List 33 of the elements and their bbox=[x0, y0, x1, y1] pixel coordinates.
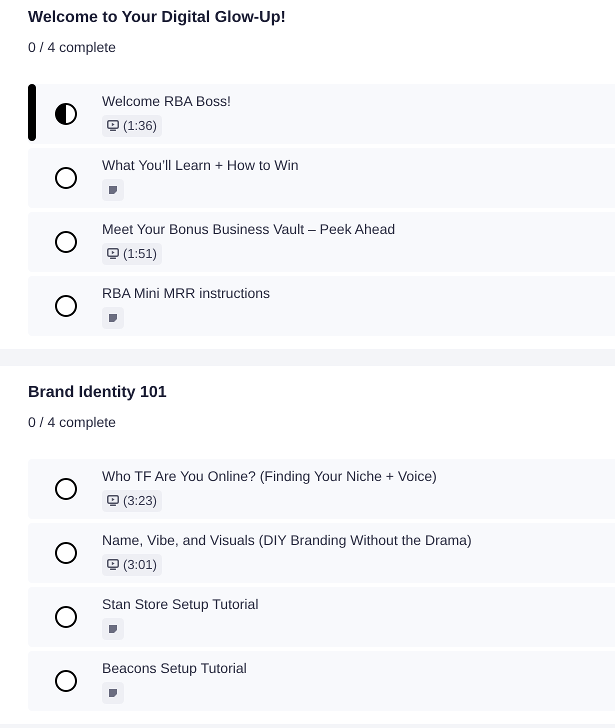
duration-text: (1:51) bbox=[123, 246, 157, 262]
active-indicator-bar bbox=[28, 84, 36, 141]
duration-text: (3:23) bbox=[123, 492, 157, 508]
section-title: Welcome to Your Digital Glow-Up! bbox=[28, 8, 287, 28]
lesson-title: Meet Your Bonus Business Vault – Peek Ahead bbox=[102, 220, 396, 238]
lesson-title: RBA Mini MRR instructions bbox=[102, 284, 270, 302]
lesson-row[interactable]: Meet Your Bonus Business Vault – Peek Ahead (1:51) bbox=[28, 212, 615, 272]
progress-text: 0 / 4 complete bbox=[28, 413, 117, 431]
lesson-row[interactable]: Welcome RBA Boss! (1:36) bbox=[28, 84, 615, 144]
lesson-title: Beacons Setup Tutorial bbox=[102, 658, 247, 676]
note-icon bbox=[102, 618, 124, 640]
progress-text: 0 / 4 complete bbox=[28, 38, 117, 56]
lesson-row[interactable]: Beacons Setup Tutorial bbox=[28, 651, 615, 711]
lesson-row[interactable]: What You’ll Learn + How to Win bbox=[28, 148, 615, 208]
note-icon bbox=[102, 306, 124, 328]
play-screen-icon bbox=[107, 559, 119, 570]
lesson-row[interactable]: Stan Store Setup Tutorial bbox=[28, 587, 615, 647]
lesson-title: Who TF Are You Online? (Finding Your Niche + Voice) bbox=[102, 466, 437, 484]
play-screen-icon bbox=[107, 120, 119, 131]
duration-text: (3:01) bbox=[123, 556, 157, 572]
lesson-title: Name, Vibe, and Visuals (DIY Branding Without the Drama) bbox=[102, 530, 472, 548]
section-title: Brand Identity 101 bbox=[28, 383, 168, 403]
lesson-title: Welcome RBA Boss! bbox=[102, 92, 231, 110]
note-icon bbox=[102, 178, 124, 200]
lesson-row[interactable]: Name, Vibe, and Visuals (DIY Branding Without the Drama) (3:01) bbox=[28, 523, 615, 583]
lesson-row[interactable]: RBA Mini MRR instructions bbox=[28, 276, 615, 336]
duration-text: (1:36) bbox=[123, 118, 157, 134]
lesson-title: What You’ll Learn + How to Win bbox=[102, 156, 298, 174]
play-screen-icon bbox=[107, 495, 119, 506]
lesson-row[interactable]: Who TF Are You Online? (Finding Your Niche + Voice) (3:23) bbox=[28, 459, 615, 519]
play-screen-icon bbox=[107, 248, 119, 259]
note-icon bbox=[102, 682, 124, 704]
lesson-title: Stan Store Setup Tutorial bbox=[102, 594, 258, 612]
